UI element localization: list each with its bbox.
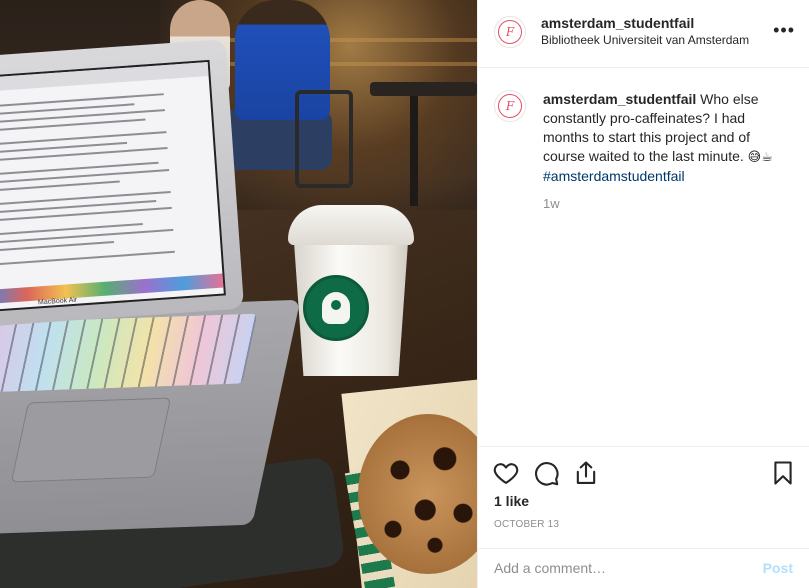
post-age[interactable]: 1w	[543, 196, 560, 211]
comment-input[interactable]	[490, 557, 748, 579]
instagram-post: MacBook Air F amsterdam_studentfail Bibl…	[0, 0, 809, 588]
profile-logo-icon: F	[498, 20, 522, 44]
heart-icon[interactable]	[492, 459, 520, 487]
action-bar: 1 like OCTOBER 13	[478, 446, 809, 551]
avatar[interactable]: F	[494, 16, 526, 48]
profile-logo-icon: F	[498, 94, 522, 118]
siren-figure	[322, 292, 350, 324]
post-header: F amsterdam_studentfail Bibliotheek Univ…	[478, 0, 809, 68]
laptop-trackpad	[10, 397, 172, 483]
post-date[interactable]: OCTOBER 13	[494, 519, 559, 530]
screen-text-line	[0, 93, 164, 108]
caption-username[interactable]: amsterdam_studentfail	[543, 91, 696, 107]
screen-text-line	[0, 131, 167, 146]
caption-block: F amsterdam_studentfail Who else constan…	[478, 68, 809, 446]
screen-text-line	[0, 250, 175, 266]
coffee-cup-lid	[288, 205, 414, 245]
cafe-chair	[295, 90, 353, 188]
laptop-keyboard	[0, 313, 258, 393]
screen-text-line	[0, 161, 159, 176]
screen-text-line	[0, 180, 120, 192]
caption-avatar[interactable]: F	[494, 90, 526, 122]
more-horizontal-icon[interactable]: •••	[773, 21, 795, 39]
caption: amsterdam_studentfail Who else constantl…	[543, 90, 793, 186]
comment-bar: Post	[478, 548, 809, 588]
comment-icon[interactable]	[532, 459, 560, 487]
screen-text-line	[0, 241, 115, 252]
post-comment-button[interactable]: Post	[763, 560, 793, 576]
cafe-table	[370, 82, 477, 96]
screen-text-line	[0, 190, 171, 206]
header-username[interactable]: amsterdam_studentfail	[541, 15, 694, 31]
siren-face	[331, 300, 341, 310]
post-photo[interactable]: MacBook Air	[0, 0, 477, 588]
caption-hashtag[interactable]: #amsterdamstudentfail	[543, 168, 685, 184]
starbucks-logo	[303, 275, 369, 341]
header-location[interactable]: Bibliotheek Universiteit van Amsterdam	[541, 33, 749, 47]
likes-count[interactable]: 1 like	[494, 493, 529, 509]
bookmark-icon[interactable]	[769, 459, 797, 487]
laptop-screen	[0, 59, 226, 313]
post-sidebar: F amsterdam_studentfail Bibliotheek Univ…	[477, 0, 809, 588]
caption-emoji: 😅☕	[747, 150, 773, 165]
share-icon[interactable]	[572, 459, 600, 487]
cafe-table-leg	[410, 96, 418, 206]
